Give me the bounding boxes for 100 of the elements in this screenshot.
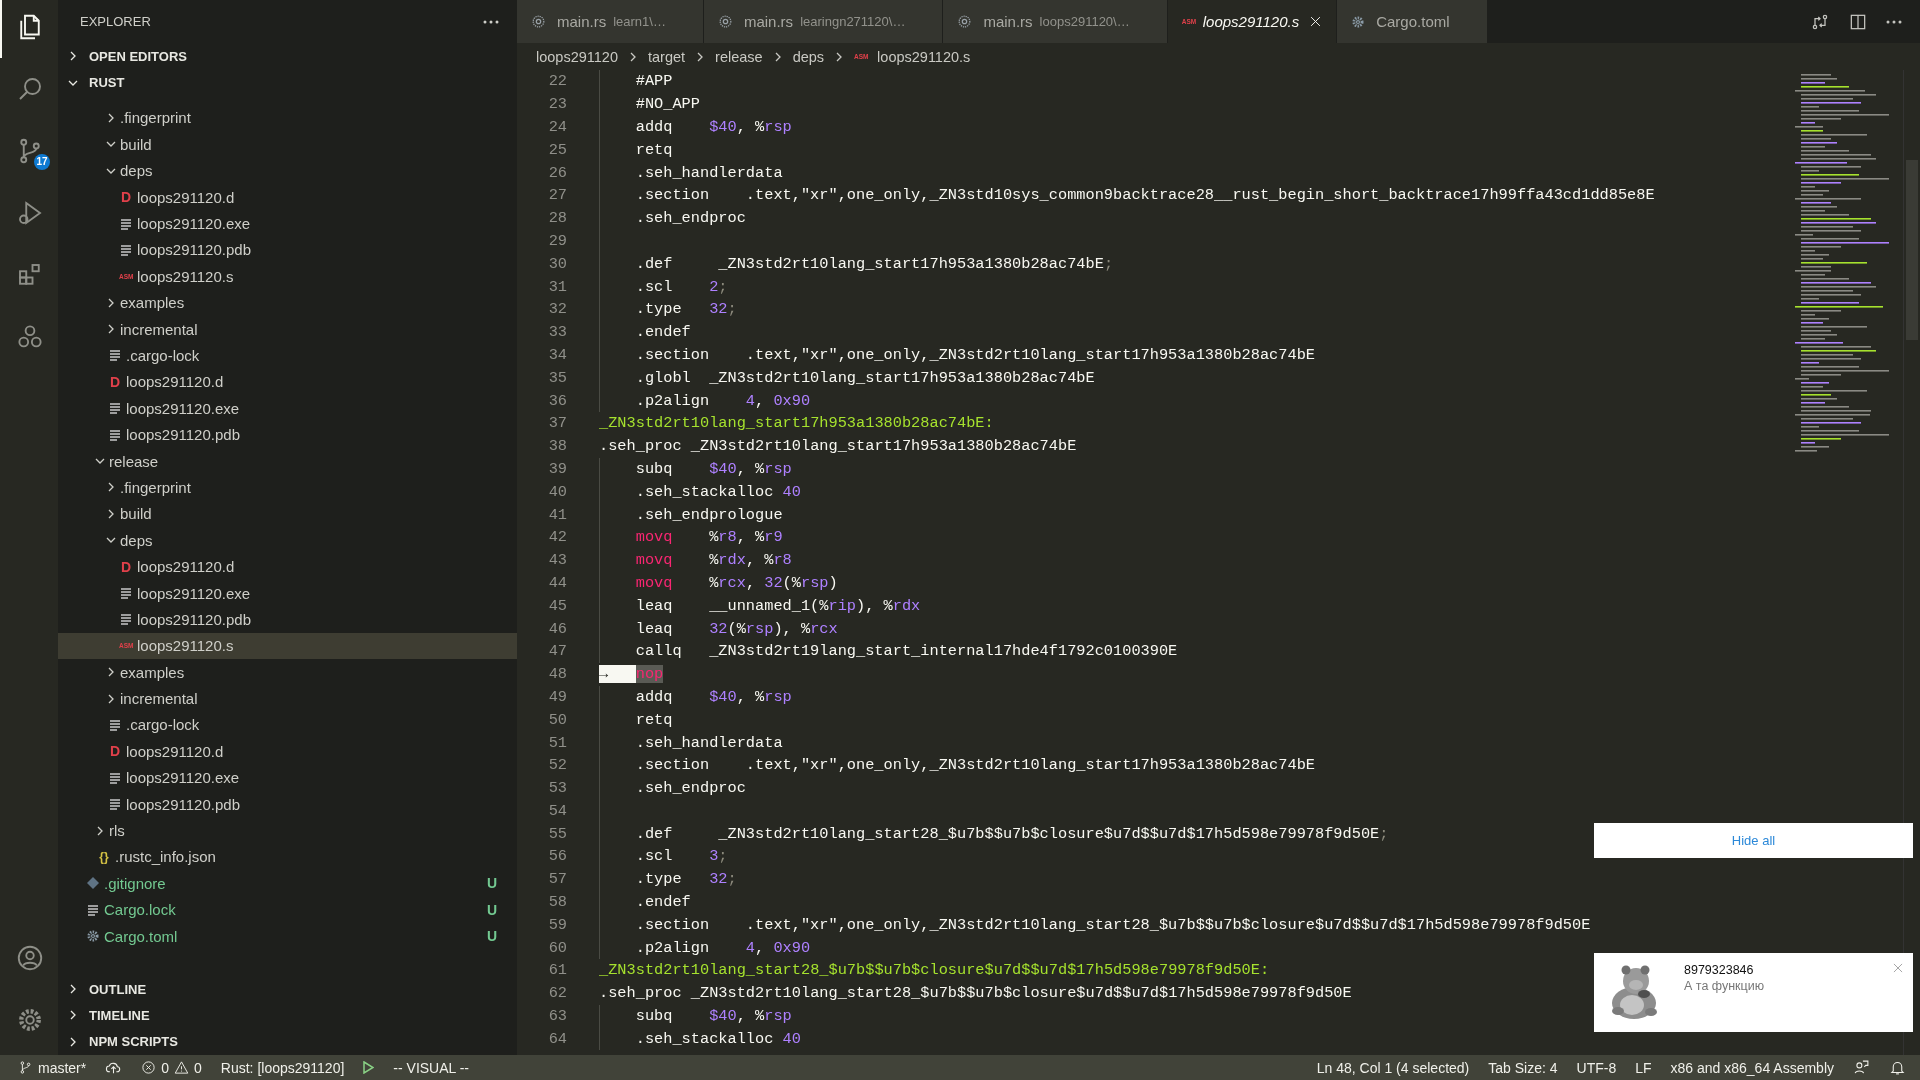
git-status: U <box>486 901 497 918</box>
file-item[interactable]: Cargo.toml U <box>58 922 517 950</box>
editor-tab[interactable]: main.rs loops291120\… <box>943 0 1168 43</box>
section-header[interactable]: NPM SCRIPTS <box>58 1028 517 1055</box>
file-item[interactable]: D loops291120.d <box>58 368 517 396</box>
file-item[interactable]: loops291120.pdb <box>58 606 517 633</box>
code-line: #NO_APP <box>635 95 700 114</box>
file-item[interactable]: .cargo-lock <box>58 711 517 739</box>
line-number: 49 <box>547 687 568 706</box>
line-number: 36 <box>547 391 568 410</box>
folder-item[interactable]: build <box>58 131 517 158</box>
status-item[interactable]: Rust: [loops291120] <box>220 1059 345 1076</box>
code-line: .type 32; <box>635 300 737 319</box>
section-header[interactable]: RUST <box>58 69 517 96</box>
folder-item[interactable]: build <box>58 500 517 528</box>
line-number: 35 <box>547 368 568 387</box>
file-item[interactable]: .gitignore U <box>58 870 517 897</box>
line-number: 57 <box>547 870 568 889</box>
status-item[interactable]: UTF-8 <box>1576 1059 1617 1076</box>
editor-tab[interactable]: Cargo.toml <box>1337 0 1488 43</box>
notification-message: А та функцию <box>1684 979 1765 993</box>
folder-item[interactable]: incremental <box>58 685 517 712</box>
section-header[interactable]: OPEN EDITORS <box>58 43 517 70</box>
line-number: 23 <box>547 95 568 114</box>
file-item[interactable]: Cargo.lock U <box>58 896 517 923</box>
folder-item[interactable]: release <box>58 447 517 475</box>
code-line: movq %rcx, 32(%rsp) <box>635 573 838 592</box>
hide-all-button[interactable]: Hide all <box>1721 829 1786 852</box>
folder-item[interactable]: .fingerprint <box>58 104 517 132</box>
editor-tab[interactable]: main.rs learingn271120\… <box>703 0 944 43</box>
folder-item[interactable]: rls <box>58 817 517 844</box>
section-header[interactable]: TIMELINE <box>58 1002 517 1029</box>
sidebar-title: EXPLORER <box>80 14 151 29</box>
folder-item[interactable]: .fingerprint <box>58 474 517 501</box>
editor-tab[interactable]: main.rs learn1\… <box>517 0 704 43</box>
folder-item[interactable]: deps <box>58 157 517 184</box>
file-item[interactable]: loops291120.pdb <box>58 790 517 818</box>
folder-item[interactable]: examples <box>58 659 517 686</box>
status-item[interactable]: Ln 48, Col 1 (4 selected) <box>1316 1059 1470 1076</box>
file-glyph: D <box>108 743 122 760</box>
line-number: 42 <box>547 528 568 547</box>
file-item[interactable]: loops291120.exe <box>58 210 517 237</box>
file-item[interactable]: D loops291120.d <box>58 738 517 765</box>
code-line: .seh_handlerdata <box>635 733 783 752</box>
breadcrumb-item[interactable]: target <box>648 48 686 65</box>
line-number: 46 <box>547 619 568 638</box>
line-number: 41 <box>547 505 568 524</box>
code-line: → nop <box>599 665 664 684</box>
code-line: #APP <box>635 72 673 91</box>
code-line: .section .text,"xr",one_only,_ZN3std2rt10lang_start17h953a1380b28ac74bE <box>635 756 1315 775</box>
line-number: 47 <box>547 642 568 661</box>
activity-item[interactable]: 17 <box>0 120 58 182</box>
file-item[interactable]: D loops291120.d <box>58 183 517 211</box>
code-line: retq <box>635 710 673 729</box>
line-number: 58 <box>547 893 568 912</box>
problems-button[interactable]: 0 0 <box>141 1059 202 1076</box>
breadcrumb-item[interactable]: deps <box>792 48 825 65</box>
line-number: 54 <box>547 801 568 820</box>
folder-item[interactable]: deps <box>58 527 517 554</box>
line-number: 44 <box>547 573 568 592</box>
notification-title: 8979323846 <box>1684 963 1755 977</box>
branch-button[interactable]: master* <box>18 1059 87 1076</box>
breadcrumb-item[interactable]: loops291120 <box>536 48 618 65</box>
file-glyph: {} <box>98 849 110 864</box>
file-item[interactable]: D loops291120.d <box>58 553 517 580</box>
code-line: .endef <box>635 323 691 342</box>
status-item[interactable]: -- VISUAL -- <box>393 1059 470 1076</box>
file-item[interactable]: loops291120.exe <box>58 579 517 607</box>
code-line: .seh_handlerdata <box>635 163 783 182</box>
line-number: 56 <box>547 847 568 866</box>
file-item[interactable]: {} .rustc_info.json <box>58 843 517 871</box>
code-line: movq %r8, %r9 <box>635 528 783 547</box>
file-glyph: D <box>108 373 122 390</box>
file-item[interactable]: loops291120.exe <box>58 395 517 422</box>
file-item[interactable]: loops291120.exe <box>58 764 517 791</box>
line-number: 53 <box>547 779 568 798</box>
line-number: 26 <box>547 163 568 182</box>
code-line: .p2align 4, 0x90 <box>635 391 811 410</box>
code-line: callq _ZN3std2rt19lang_start_internal17hde4f1792c0100390E <box>635 642 1178 661</box>
section-header[interactable]: OUTLINE <box>58 975 517 1003</box>
breadcrumb-item[interactable]: release <box>715 48 763 65</box>
code-line: .section .text,"xr",one_only,_ZN3std2rt10lang_start28_$u7b$$u7b$closure$u7d$$u7d$17h5d598e79978f9d50E <box>635 915 1591 934</box>
file-item[interactable]: .cargo-lock <box>58 342 517 369</box>
code-line: .type 32; <box>635 870 737 889</box>
folder-item[interactable]: incremental <box>58 315 517 343</box>
file-item[interactable]: loops291120.pdb <box>58 421 517 448</box>
status-item[interactable]: Tab Size: 4 <box>1488 1059 1558 1076</box>
folder-item[interactable]: examples <box>58 289 517 316</box>
file-item[interactable]: loops291120.pdb <box>58 236 517 264</box>
line-number: 37 <box>547 414 568 433</box>
line-number: 59 <box>547 915 568 934</box>
code-line: .def _ZN3std2rt10lang_start17h953a1380b28ac74bE; <box>635 254 1114 273</box>
code-line: .seh_stackalloc 40 <box>635 1029 801 1048</box>
code-line: _ZN3std2rt10lang_start17h953a1380b28ac74bE: <box>599 414 994 433</box>
code-line: .scl 3; <box>635 847 728 866</box>
code-line: .p2align 4, 0x90 <box>635 938 811 957</box>
status-item[interactable]: x86 and x86_64 Assembly <box>1670 1059 1834 1076</box>
code-line: movq %rdx, %r8 <box>635 551 792 570</box>
git-status: U <box>486 928 497 945</box>
status-item[interactable]: LF <box>1635 1059 1652 1076</box>
